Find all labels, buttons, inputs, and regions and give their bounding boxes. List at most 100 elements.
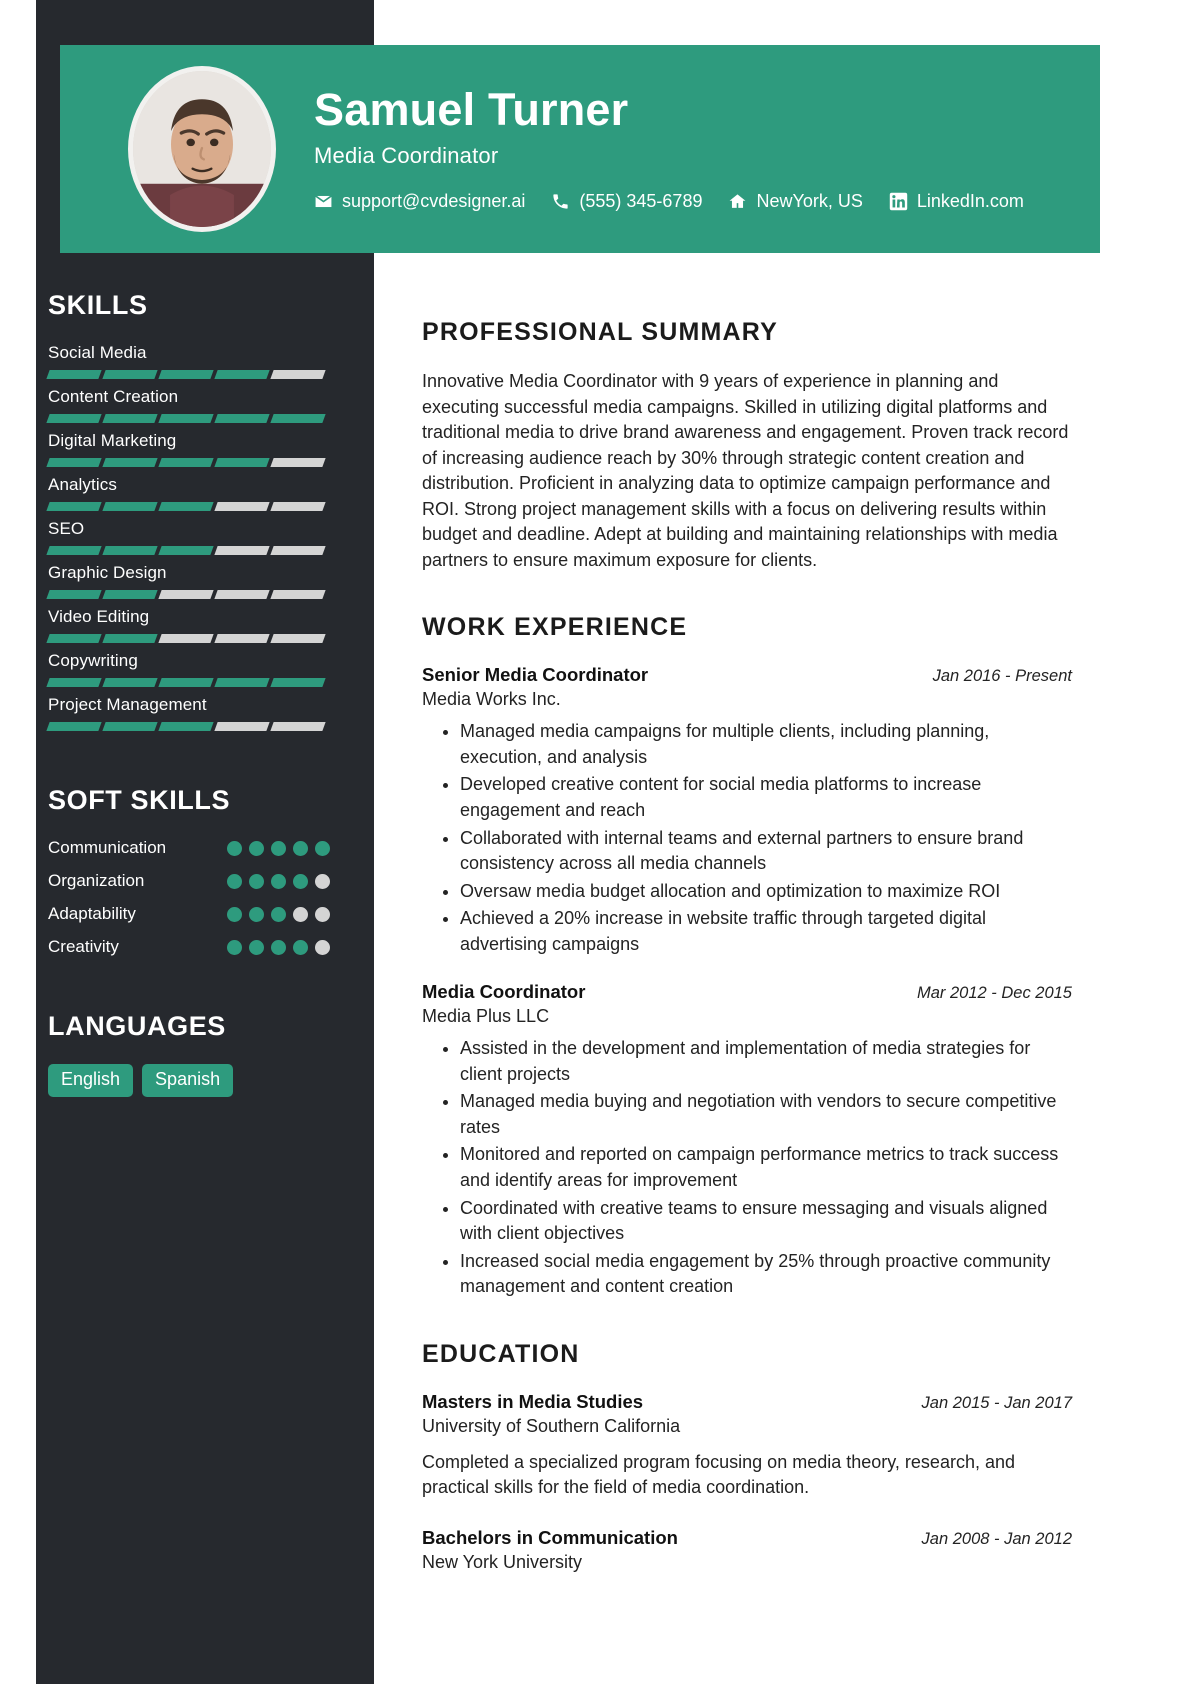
skill-bar	[46, 590, 326, 599]
skill-item: Analytics	[46, 475, 360, 511]
page-title: Samuel Turner	[314, 84, 629, 136]
education-date: Jan 2015 - Jan 2017	[921, 1393, 1072, 1412]
contact-linkedin-label: LinkedIn.com	[916, 190, 1024, 211]
skill-label: SEO	[48, 519, 85, 538]
experience-date: Jan 2016 - Present	[932, 667, 1072, 686]
skill-segment	[102, 722, 158, 731]
contact-phone[interactable]: (555) 345-6789	[551, 191, 702, 212]
home-icon	[728, 192, 747, 211]
rating-dot	[249, 939, 264, 955]
skill-segment	[46, 546, 102, 555]
skills-list: Social Media Content Creation Digital Ma…	[46, 343, 360, 731]
skill-label: Copywriting	[48, 651, 138, 670]
soft-skill-label: Creativity	[48, 937, 119, 956]
skill-segment	[214, 370, 270, 379]
skill-segment	[214, 634, 270, 643]
skill-segment	[270, 414, 326, 423]
skill-segment	[46, 722, 102, 731]
skill-segment	[158, 414, 214, 423]
education-school: University of Southern California	[422, 1415, 681, 1436]
rating-dot	[315, 873, 330, 889]
linkedin-icon	[889, 192, 908, 211]
skill-segment	[214, 590, 270, 599]
rating-dot	[227, 939, 242, 955]
skill-item: Graphic Design	[46, 563, 360, 599]
experience-title: Senior Media Coordinator	[422, 664, 649, 686]
skill-segment	[102, 634, 158, 643]
skill-label: Social Media	[48, 343, 147, 362]
soft-skill-label: Adaptability	[48, 904, 136, 923]
rating-dot	[293, 906, 308, 922]
bullet-item: Assisted in the development and implemen…	[460, 1036, 1072, 1087]
education-entry-head: Masters in Media Studies Jan 2015 - Jan …	[422, 1391, 1072, 1413]
skill-label: Analytics	[48, 475, 117, 494]
summary-heading: PROFESSIONAL SUMMARY	[422, 318, 778, 346]
bullet-item: Managed media campaigns for multiple cli…	[460, 719, 1072, 770]
skill-item: Video Editing	[46, 607, 360, 643]
skill-label: Content Creation	[48, 387, 179, 406]
soft-skill-item: Creativity	[48, 937, 330, 957]
bullet-item: Achieved a 20% increase in website traff…	[460, 906, 1072, 957]
rating-dots	[227, 906, 330, 922]
skill-item: Project Management	[46, 695, 360, 731]
contact-phone-label: (555) 345-6789	[579, 190, 703, 211]
skill-segment	[270, 590, 326, 599]
skill-segment	[158, 546, 214, 555]
contact-list: support@cvdesigner.ai (555) 345-6789 New…	[314, 191, 1024, 212]
resume-page: Samuel Turner Media Coordinator support@…	[0, 0, 1200, 1684]
skill-segment	[158, 590, 214, 599]
skill-segment	[158, 634, 214, 643]
contact-location[interactable]: NewYork, US	[728, 190, 863, 212]
skill-segment	[102, 502, 158, 511]
phone-icon	[551, 192, 570, 211]
skill-segment	[46, 678, 102, 687]
contact-location-label: NewYork, US	[756, 190, 863, 211]
education-degree: Masters in Media Studies	[422, 1390, 644, 1412]
skill-bar	[46, 458, 326, 467]
skill-bar	[46, 634, 326, 643]
soft-skill-item: Adaptability	[48, 904, 330, 924]
skill-segment	[158, 502, 214, 511]
contact-email[interactable]: support@cvdesigner.ai	[314, 191, 525, 212]
experience-company: Media Works Inc.	[422, 689, 561, 710]
skill-bar	[46, 546, 326, 555]
skill-segment	[102, 590, 158, 599]
rating-dot	[227, 840, 242, 856]
avatar	[128, 66, 276, 232]
skill-segment	[158, 722, 214, 731]
skill-segment	[102, 458, 158, 467]
rating-dot	[249, 840, 264, 856]
rating-dot	[271, 906, 286, 922]
skill-segment	[214, 546, 270, 555]
language-tag: English	[48, 1064, 134, 1097]
rating-dot	[293, 873, 308, 889]
skill-label: Digital Marketing	[48, 431, 177, 450]
skill-segment	[270, 458, 326, 467]
rating-dot	[271, 873, 286, 889]
skill-segment	[46, 414, 102, 423]
rating-dot	[315, 906, 330, 922]
rating-dots	[227, 873, 330, 889]
education-heading: EDUCATION	[422, 1339, 580, 1368]
language-tag: Spanish	[142, 1064, 234, 1097]
bullet-item: Developed creative content for social me…	[460, 772, 1072, 823]
skill-bar	[46, 414, 326, 423]
skill-item: SEO	[46, 519, 360, 555]
education-entry-head: Bachelors in Communication Jan 2008 - Ja…	[422, 1527, 1072, 1549]
experience-entry: Senior Media Coordinator Jan 2016 - Pres…	[422, 664, 1072, 957]
skill-segment	[270, 370, 326, 379]
experience-bullets: Managed media campaigns for multiple cli…	[422, 719, 1072, 957]
skill-segment	[158, 458, 214, 467]
contact-linkedin[interactable]: LinkedIn.com	[889, 191, 1024, 212]
skill-bar	[46, 678, 326, 687]
education-description: Completed a specialized program focusing…	[422, 1451, 1015, 1498]
resume-header: Samuel Turner Media Coordinator support@…	[60, 45, 1100, 253]
rating-dots	[227, 939, 330, 955]
skill-label: Graphic Design	[48, 563, 167, 582]
experience-company: Media Plus LLC	[422, 1006, 550, 1027]
bullet-item: Monitored and reported on campaign perfo…	[460, 1142, 1072, 1193]
header-text-block: Samuel Turner Media Coordinator support@…	[314, 86, 1024, 211]
languages-heading: LANGUAGES	[48, 1011, 226, 1041]
rating-dot	[227, 873, 242, 889]
envelope-icon	[314, 192, 333, 211]
